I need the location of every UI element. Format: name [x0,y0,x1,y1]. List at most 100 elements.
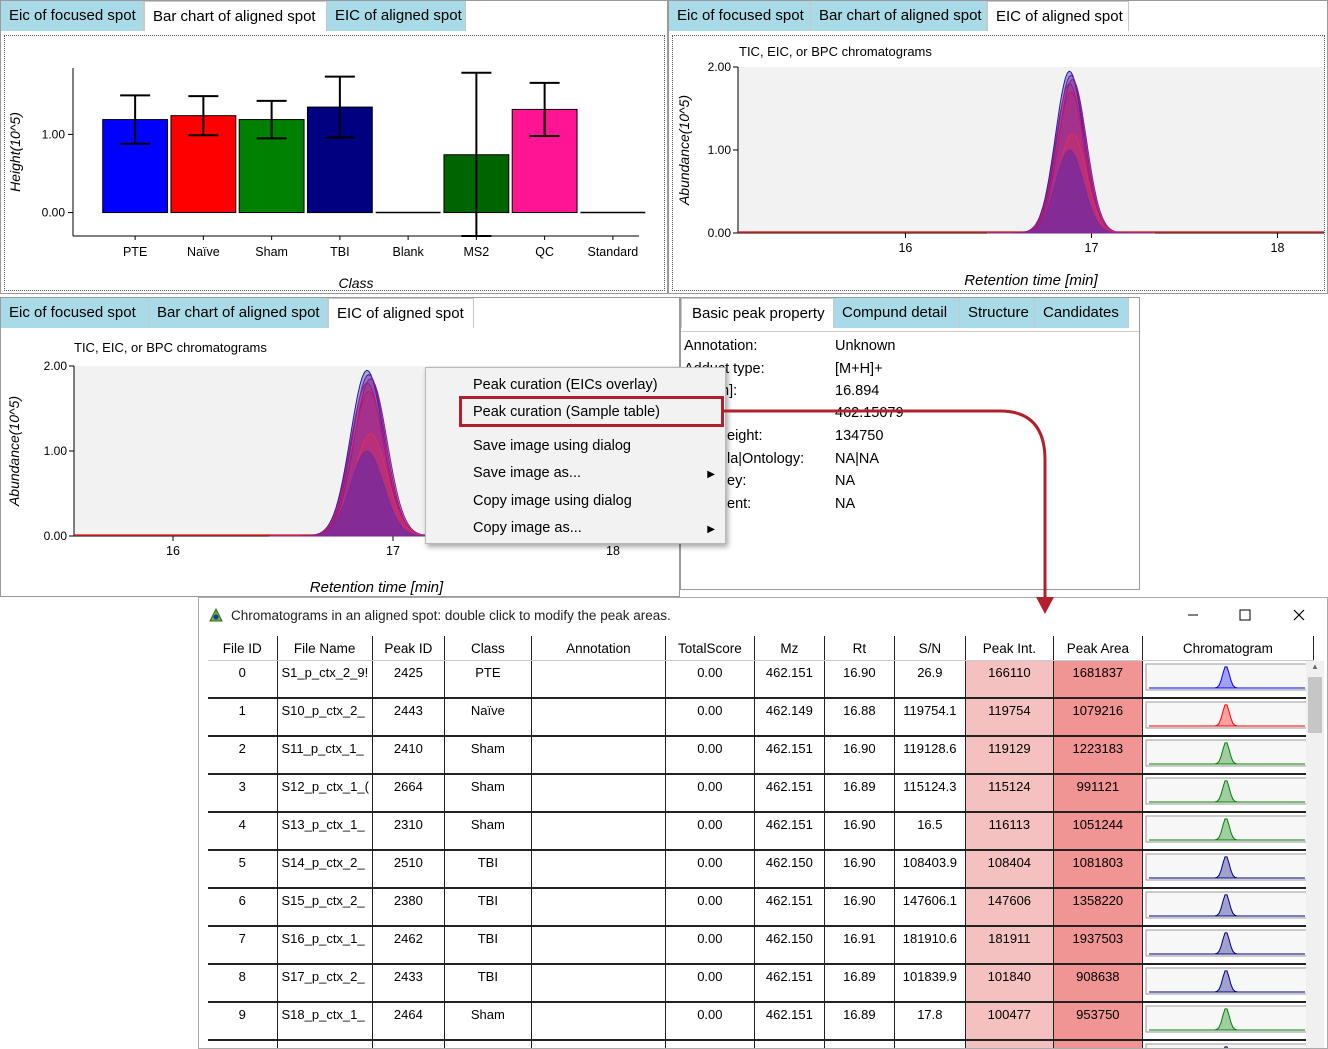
table-cell-score[interactable]: 0.00 [665,888,755,927]
menu-item-save-image-as[interactable]: Save image as... [473,465,581,481]
table-cell-file[interactable]: S16_p_ctx_1_ [277,926,373,965]
table-cell-mz[interactable]: 462.150 [754,850,825,889]
table-cell-int[interactable]: 166110 [965,660,1054,699]
table-cell-sn[interactable]: 119754.1 [894,698,966,737]
table-cell-ann[interactable] [531,888,666,927]
table-cell-area[interactable]: 1551784 [1053,1040,1143,1048]
table-cell-cls[interactable]: Naïve [444,698,532,737]
table-cell-rt[interactable]: 16.89 [824,964,895,1003]
table-row[interactable]: 10S19_p_ctx_2_92290TBI0.00462.15116.8817… [208,1040,1314,1048]
table-cell-id[interactable]: 9 [208,1002,278,1041]
chromatogram-thumbnail[interactable] [1142,660,1314,699]
vertical-scrollbar[interactable]: ▲ [1306,661,1324,1048]
table-cell-ann[interactable] [531,964,666,1003]
table-row[interactable]: 3 S12_p_ctx_1_(2664 Sham 0.00 462.151 16.89 11… [208,774,1314,813]
table-cell-score[interactable]: 0.00 [665,812,755,851]
table-cell-id[interactable]: 8 [208,964,278,1003]
table-cell-file[interactable]: S1_p_ctx_2_9! [277,660,373,699]
table-cell-file[interactable]: S17_p_ctx_2_ [277,964,373,1003]
tab-bar-chart-aligned-spot[interactable]: Bar chart of aligned spot [811,1,987,31]
table-cell-area[interactable]: 1223183 [1053,736,1143,775]
table-cell-file[interactable]: S15_p_ctx_2_ [277,888,373,927]
table-cell-area[interactable]: 953750 [1053,1002,1143,1041]
chromatogram-thumbnail[interactable] [1142,964,1314,1003]
table-cell-rt[interactable]: 16.90 [824,660,895,699]
table-cell-sn[interactable]: 181910.6 [894,926,966,965]
column-header[interactable]: Peak ID [372,636,445,661]
table-cell-sn[interactable]: 108403.9 [894,850,966,889]
table-cell-score[interactable]: 0.00 [665,926,755,965]
tab-eic-aligned-spot[interactable]: EIC of aligned spot [327,1,466,31]
table-cell-score[interactable]: 0.00 [665,1002,755,1041]
table-cell-rt[interactable]: 16.90 [824,736,895,775]
table-row[interactable]: 2 S11_p_ctx_1_ 2410 Sham 0.00 462.151 16.90 119… [208,736,1314,775]
table-cell-ann[interactable] [531,850,666,889]
table-cell-rt[interactable]: 16.91 [824,926,895,965]
table-cell-sn[interactable]: 147606.1 [894,888,966,927]
table-cell-cls[interactable]: Sham [444,774,532,813]
table-cell-score[interactable]: 0.00 [665,1040,755,1048]
tab-bar-chart-aligned-spot[interactable]: Bar chart of aligned spot [149,298,328,328]
table-cell-rt[interactable]: 16.90 [824,888,895,927]
table-cell-mz[interactable]: 462.151 [754,888,825,927]
table-cell-sn[interactable]: 17.8 [894,1002,966,1041]
table-cell-int[interactable]: 119754 [965,698,1054,737]
table-cell-cls[interactable]: TBI [444,964,532,1003]
table-cell-peak[interactable]: 2462 [372,926,445,965]
column-header[interactable]: Peak Area [1053,636,1143,661]
tab-compound-detail[interactable]: Compund detail [834,298,960,328]
table-cell-area[interactable]: 1081803 [1053,850,1143,889]
table-cell-area[interactable]: 1079216 [1053,698,1143,737]
table-cell-mz[interactable]: 462.149 [754,698,825,737]
table-cell-cls[interactable]: TBI [444,1040,532,1048]
column-header[interactable]: Class [444,636,532,661]
table-cell-sn[interactable]: 119128.6 [894,736,966,775]
tab-candidates[interactable]: Candidates [1035,298,1129,328]
table-cell-peak[interactable]: 2310 [372,812,445,851]
table-cell-area[interactable]: 1681837 [1053,660,1143,699]
chromatogram-thumbnail[interactable] [1142,888,1314,927]
table-cell-rt[interactable]: 16.89 [824,774,895,813]
scroll-up-icon[interactable]: ▲ [1311,662,1319,671]
table-cell-score[interactable]: 0.00 [665,660,755,699]
table-cell-rt[interactable]: 16.90 [824,850,895,889]
table-cell-file[interactable]: S18_p_ctx_1_ [277,1002,373,1041]
table-cell-area[interactable]: 908638 [1053,964,1143,1003]
table-row[interactable]: 4 S13_p_ctx_1_ 2310 Sham 0.00 462.151 16.90 16.… [208,812,1314,851]
table-cell-ann[interactable] [531,812,666,851]
table-cell-ann[interactable] [531,660,666,699]
table-cell-rt[interactable]: 16.88 [824,698,895,737]
table-cell-peak[interactable]: 2510 [372,850,445,889]
minimize-icon[interactable] [1181,606,1205,624]
table-cell-peak[interactable]: 2443 [372,698,445,737]
table-cell-file[interactable]: S11_p_ctx_1_ [277,736,373,775]
table-cell-file[interactable]: S12_p_ctx_1_( [277,774,373,813]
table-row[interactable]: 7 S16_p_ctx_1_ 2462 TBI 0.00 462.150 16.91 1819… [208,926,1314,965]
tab-eic-focused-spot[interactable]: Eic of focused spot [1,298,149,328]
table-cell-ann[interactable] [531,774,666,813]
column-header[interactable]: S/N [894,636,966,661]
maximize-icon[interactable] [1233,606,1257,624]
menu-item-copy-image-as[interactable]: Copy image as... [473,520,582,536]
table-cell-id[interactable]: 2 [208,736,278,775]
table-cell-int[interactable]: 115124 [965,774,1054,813]
column-header[interactable]: Peak Int. [965,636,1054,661]
table-cell-score[interactable]: 0.00 [665,698,755,737]
table-cell-area[interactable]: 991121 [1053,774,1143,813]
table-cell-score[interactable]: 0.00 [665,850,755,889]
table-cell-mz[interactable]: 462.151 [754,736,825,775]
table-cell-rt[interactable]: 16.90 [824,812,895,851]
table-cell-peak[interactable]: 2664 [372,774,445,813]
table-cell-file[interactable]: S14_p_ctx_2_ [277,850,373,889]
table-cell-id[interactable]: 6 [208,888,278,927]
column-header[interactable]: Chromatogram [1142,636,1314,661]
column-header[interactable]: Annotation [531,636,666,661]
table-cell-peak[interactable]: 2425 [372,660,445,699]
table-cell-cls[interactable]: TBI [444,926,532,965]
chromatogram-thumbnail[interactable] [1142,926,1314,965]
tab-bar-chart-aligned-spot[interactable]: Bar chart of aligned spot [144,1,327,31]
chromatogram-thumbnail[interactable] [1142,1040,1314,1048]
tab-basic-peak-property[interactable]: Basic peak property [681,298,834,328]
table-cell-peak[interactable]: 2433 [372,964,445,1003]
table-cell-cls[interactable]: Sham [444,812,532,851]
